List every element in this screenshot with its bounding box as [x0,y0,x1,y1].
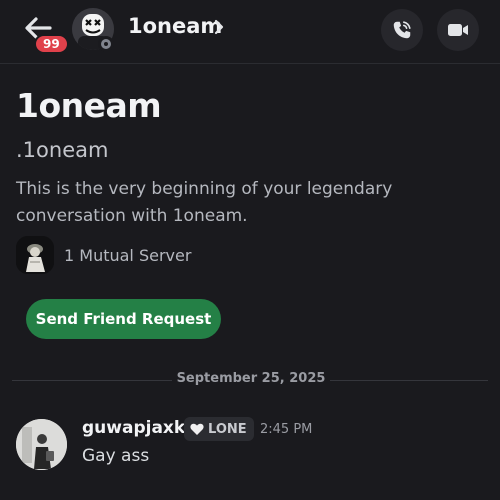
mutual-servers-label: 1 Mutual Server [64,246,192,265]
clan-tag-label: LONE [208,421,247,437]
chat-header: 99 1oneam [0,0,500,64]
message-content: Gay ass [82,446,150,466]
video-call-button[interactable] [437,9,479,51]
unread-badge: 99 [34,34,69,54]
header-title[interactable]: 1oneam [128,14,222,38]
message-author-avatar[interactable] [16,419,67,470]
chevron-right-icon[interactable] [212,17,226,37]
date-divider: September 25, 2025 [176,371,326,386]
divider-line [12,380,172,381]
video-camera-icon [448,24,468,36]
voice-call-button[interactable] [381,9,423,51]
clan-tag[interactable]: LONE [184,417,254,441]
status-offline-indicator [98,36,114,52]
profile-display-name: 1oneam [16,86,162,125]
mutual-servers-row[interactable]: 1 Mutual Server [16,236,316,276]
profile-username: .1oneam [16,138,109,162]
message-author[interactable]: guwapjaxk [82,418,185,438]
divider-line [330,380,488,381]
server-icon [16,236,54,274]
message-timestamp: 2:45 PM [260,422,313,437]
conversation-intro-text: This is the very beginning of your legen… [16,179,393,226]
heart-icon [190,423,204,435]
server-image [16,236,54,274]
avatar-image [16,419,67,470]
phone-call-icon [393,21,411,39]
send-friend-request-button[interactable]: Send Friend Request [26,299,221,339]
